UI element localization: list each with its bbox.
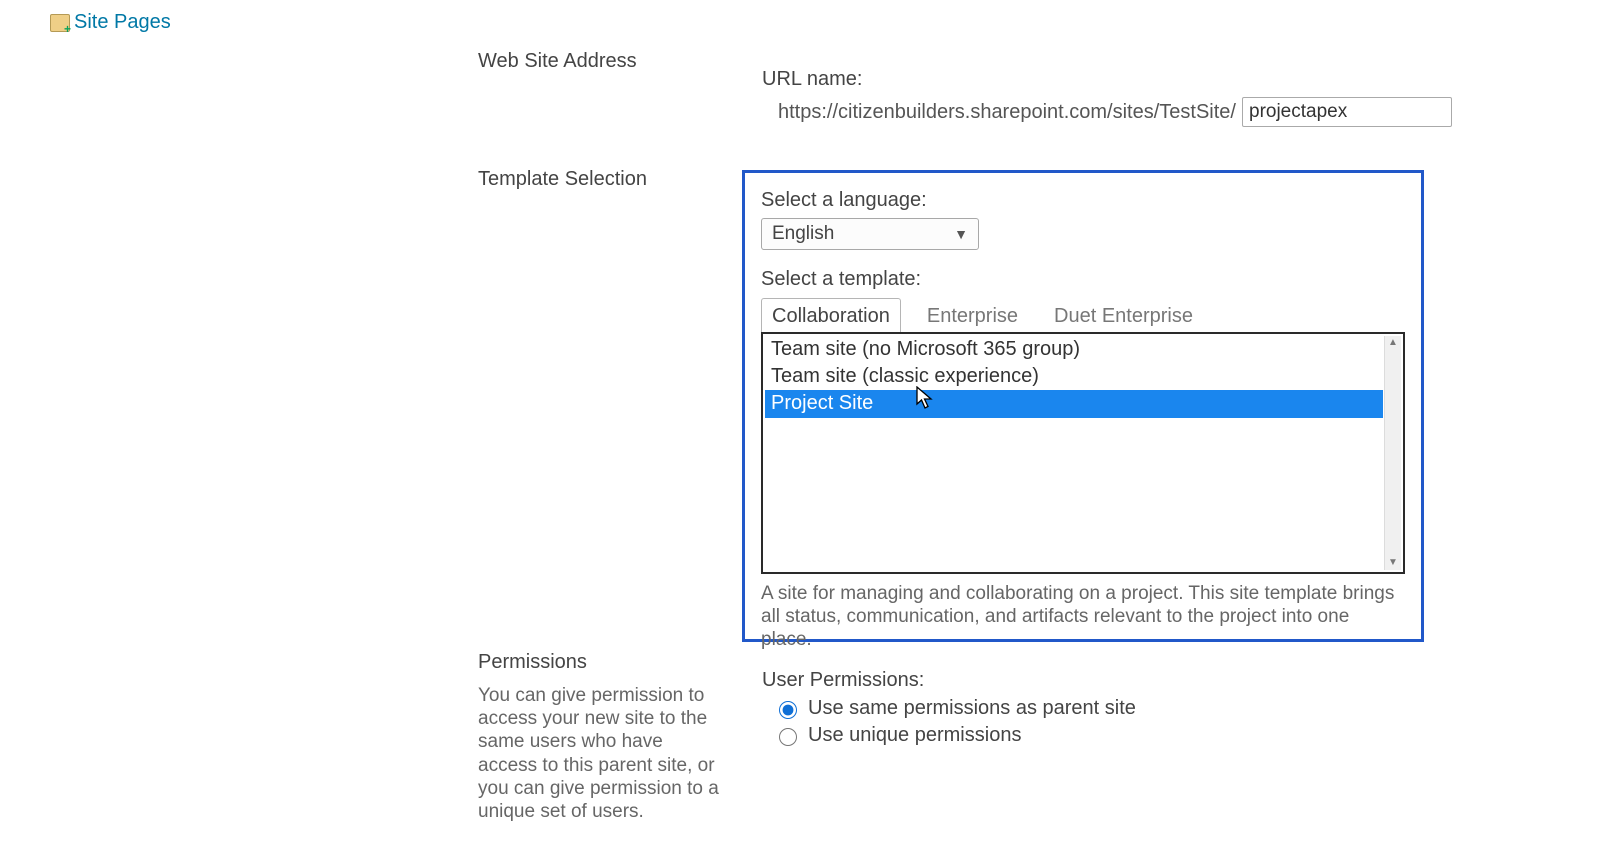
template-option-team-no-group[interactable]: Team site (no Microsoft 365 group) (765, 336, 1383, 363)
url-row: https://citizenbuilders.sharepoint.com/s… (778, 97, 1452, 127)
radio-unique-permissions[interactable]: Use unique permissions (774, 724, 1136, 747)
language-selected: English (772, 223, 834, 245)
nav-site-pages[interactable]: Site Pages (50, 11, 171, 34)
url-name-label: URL name: (762, 68, 862, 91)
radio-unique-permissions-input[interactable] (779, 728, 797, 746)
pages-folder-icon (50, 14, 70, 32)
template-selection-highlight: Select a language: English ▼ Select a te… (742, 170, 1424, 642)
select-template-label: Select a template: (761, 268, 1405, 291)
template-listbox[interactable]: Team site (no Microsoft 365 group) Team … (761, 332, 1405, 574)
url-prefix: https://citizenbuilders.sharepoint.com/s… (778, 101, 1236, 124)
template-option-team-classic[interactable]: Team site (classic experience) (765, 363, 1383, 390)
section-permissions: Permissions (478, 651, 587, 674)
radio-same-permissions-input[interactable] (779, 701, 797, 719)
nav-site-pages-link[interactable]: Site Pages (74, 11, 171, 34)
select-language-label: Select a language: (761, 189, 1405, 212)
radio-unique-permissions-label: Use unique permissions (808, 724, 1021, 747)
user-permissions-group: Use same permissions as parent site Use … (774, 697, 1136, 751)
scroll-up-icon[interactable]: ▲ (1385, 336, 1401, 350)
tab-duet-enterprise[interactable]: Duet Enterprise (1044, 299, 1203, 332)
language-select[interactable]: English ▼ (761, 218, 979, 250)
template-option-project-site[interactable]: Project Site (765, 390, 1383, 417)
permissions-description: You can give permission to access your n… (478, 684, 726, 823)
section-template-selection: Template Selection (478, 168, 647, 191)
template-tabs: Collaboration Enterprise Duet Enterprise (761, 297, 1405, 332)
url-name-input[interactable] (1242, 97, 1452, 127)
tab-enterprise[interactable]: Enterprise (917, 299, 1028, 332)
chevron-down-icon: ▼ (954, 226, 968, 242)
template-list-scrollbar[interactable]: ▲ ▼ (1384, 336, 1401, 570)
scroll-down-icon[interactable]: ▼ (1385, 556, 1401, 570)
tab-collaboration[interactable]: Collaboration (761, 298, 901, 333)
radio-same-permissions-label: Use same permissions as parent site (808, 697, 1136, 720)
section-web-site-address: Web Site Address (478, 50, 637, 73)
radio-same-permissions[interactable]: Use same permissions as parent site (774, 697, 1136, 720)
template-description: A site for managing and collaborating on… (761, 582, 1405, 652)
user-permissions-label: User Permissions: (762, 669, 924, 692)
